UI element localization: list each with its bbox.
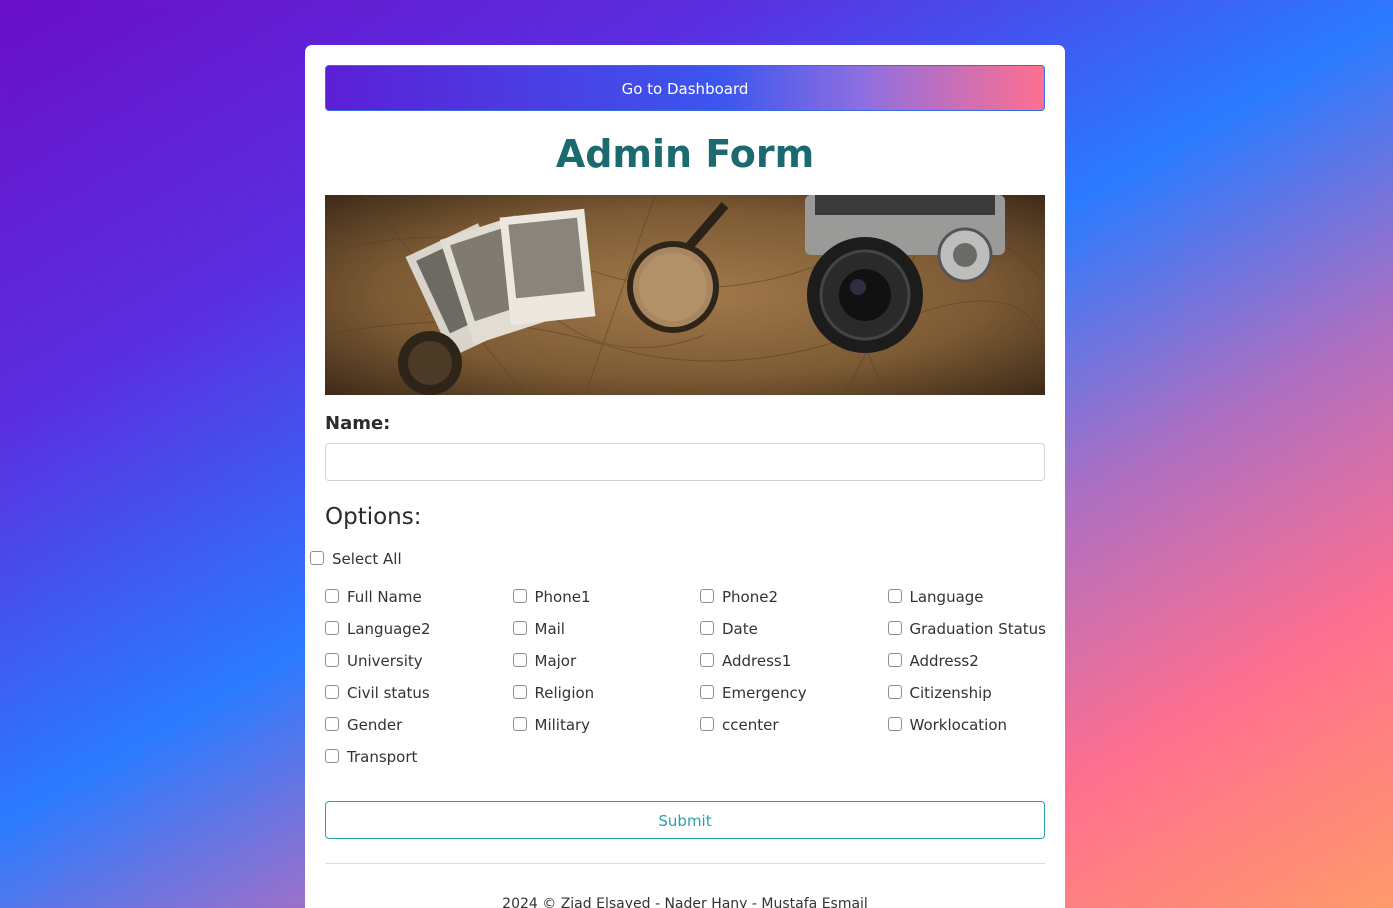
submit-button[interactable]: Submit (325, 801, 1045, 839)
option-label: Date (722, 620, 758, 638)
option-checkbox[interactable] (512, 621, 527, 635)
name-input[interactable] (325, 443, 1045, 481)
page-title: Admin Form (555, 132, 815, 176)
option-checkbox[interactable] (325, 685, 339, 699)
option-transport[interactable]: Transport (325, 747, 513, 779)
option-label: Language2 (347, 620, 431, 638)
option-label: Phone2 (722, 588, 779, 606)
option-full-name[interactable]: Full Name (325, 587, 513, 619)
options-grid: Full Name Phone1 Phone2 Language Languag… (325, 587, 1047, 779)
option-label: Citizenship (909, 684, 992, 702)
option-checkbox[interactable] (887, 621, 902, 635)
select-all-checkbox[interactable] (310, 551, 324, 565)
option-label: Civil status (347, 684, 430, 702)
option-mail[interactable]: Mail (512, 619, 701, 651)
option-checkbox[interactable] (887, 653, 902, 667)
option-language2[interactable]: Language2 (325, 619, 513, 651)
option-emergency[interactable]: Emergency (700, 683, 888, 715)
option-phone1[interactable]: Phone1 (512, 587, 701, 619)
option-label: University (347, 652, 423, 670)
option-label: Full Name (347, 588, 422, 606)
option-language[interactable]: Language (887, 587, 1046, 619)
option-checkbox[interactable] (325, 589, 339, 603)
option-label: Address1 (722, 652, 792, 670)
select-all-label: Select All (332, 550, 402, 568)
go-to-dashboard-button[interactable]: Go to Dashboard (325, 65, 1045, 111)
option-date[interactable]: Date (700, 619, 888, 651)
option-label: Military (534, 716, 591, 734)
option-label: Graduation Status (909, 620, 1047, 638)
name-label: Name: (325, 413, 391, 434)
option-checkbox[interactable] (887, 717, 902, 731)
option-checkbox[interactable] (512, 653, 527, 667)
option-checkbox[interactable] (512, 685, 527, 699)
option-checkbox[interactable] (325, 717, 339, 731)
option-checkbox[interactable] (512, 717, 527, 731)
option-religion[interactable]: Religion (512, 683, 701, 715)
footer-divider (325, 863, 1045, 864)
option-university[interactable]: University (325, 651, 513, 683)
option-major[interactable]: Major (512, 651, 701, 683)
option-checkbox[interactable] (325, 621, 339, 635)
option-checkbox[interactable] (325, 749, 339, 763)
options-heading: Options: (325, 504, 422, 530)
option-label: Religion (534, 684, 595, 702)
option-checkbox[interactable] (700, 717, 714, 731)
option-label: Language (909, 588, 984, 606)
select-all-option[interactable]: Select All (310, 550, 402, 568)
option-checkbox[interactable] (700, 589, 714, 603)
option-civil-status[interactable]: Civil status (325, 683, 513, 715)
option-label: Major (534, 652, 577, 670)
option-label: Transport (347, 748, 418, 766)
option-gender[interactable]: Gender (325, 715, 513, 747)
option-checkbox[interactable] (700, 621, 714, 635)
option-checkbox[interactable] (512, 589, 527, 603)
option-label: Phone1 (534, 588, 591, 606)
option-checkbox[interactable] (700, 685, 714, 699)
option-graduation-status[interactable]: Graduation Status (887, 619, 1047, 651)
option-label: Worklocation (909, 716, 1008, 734)
option-address1[interactable]: Address1 (700, 651, 888, 683)
option-label: Emergency (722, 684, 807, 702)
option-ccenter[interactable]: ccenter (700, 715, 888, 747)
hero-image (325, 195, 1045, 395)
option-label: Mail (534, 620, 565, 638)
admin-form-card: Go to Dashboard Admin Form Name: Options… (305, 45, 1065, 908)
option-label: Gender (347, 716, 403, 734)
option-address2[interactable]: Address2 (887, 651, 1046, 683)
option-checkbox[interactable] (887, 685, 902, 699)
option-worklocation[interactable]: Worklocation (887, 715, 1046, 747)
option-checkbox[interactable] (325, 653, 339, 667)
option-label: Address2 (909, 652, 979, 670)
footer-text: 2024 © Ziad Elsayed - Nader Hany - Musta… (502, 896, 868, 908)
option-checkbox[interactable] (887, 589, 902, 603)
option-citizenship[interactable]: Citizenship (887, 683, 1046, 715)
option-phone2[interactable]: Phone2 (700, 587, 888, 619)
option-military[interactable]: Military (512, 715, 701, 747)
option-checkbox[interactable] (700, 653, 714, 667)
option-label: ccenter (722, 716, 779, 734)
